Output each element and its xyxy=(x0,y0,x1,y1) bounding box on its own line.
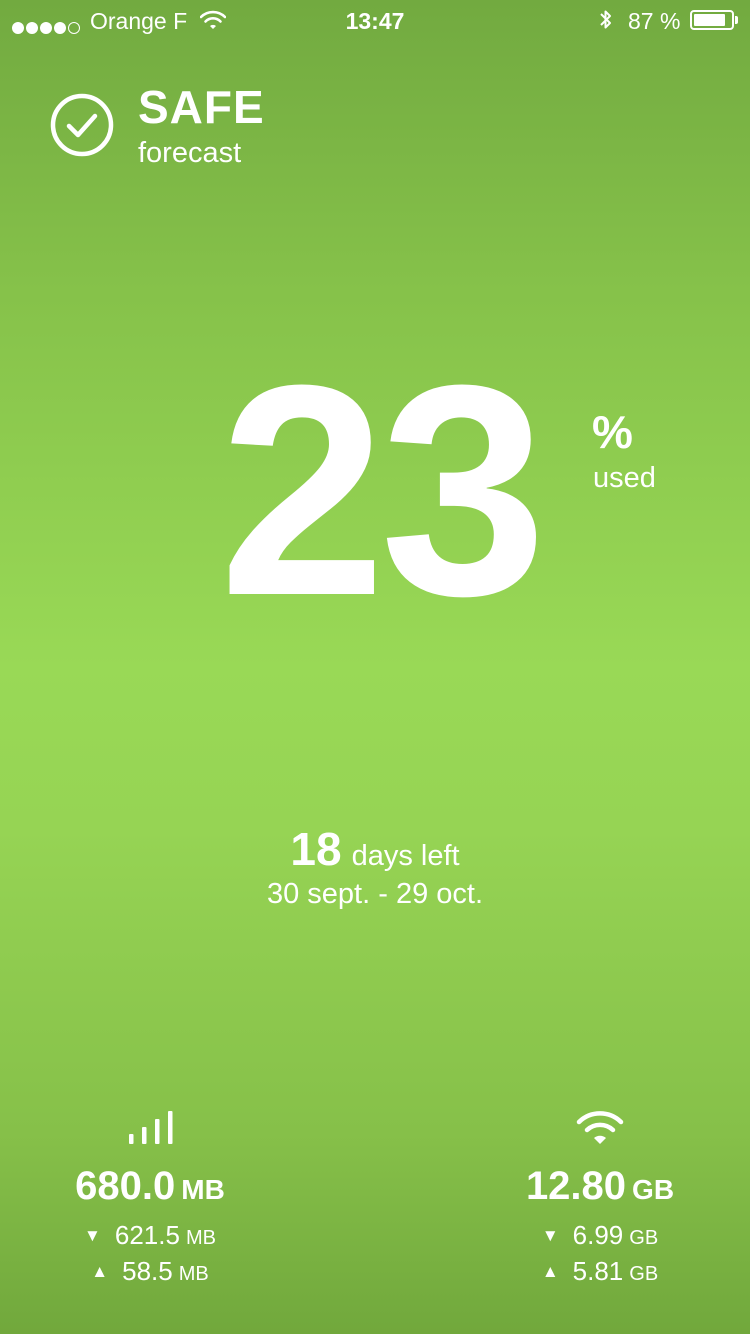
battery-percentage: 87 % xyxy=(628,8,681,34)
cellular-download-value: 621.5 xyxy=(114,1220,180,1250)
cellular-total: 680.0 MB xyxy=(0,1164,300,1209)
wifi-total: 12.80 GB xyxy=(450,1164,750,1209)
cellular-download: ▼ 621.5 MB xyxy=(0,1219,300,1255)
bluetooth-icon xyxy=(598,8,614,38)
upload-arrow-icon: ▲ xyxy=(541,1262,559,1281)
billing-cycle-range: 30 sept. - 29 oct. xyxy=(266,878,483,910)
cellular-usage[interactable]: 680.0 MB ▼ 621.5 MB ▲ 58.5 MB xyxy=(0,1110,300,1291)
usage-percentage: 23 xyxy=(219,322,547,658)
battery-icon xyxy=(690,10,734,30)
cellular-total-unit: MB xyxy=(181,1174,225,1205)
usage-label: used xyxy=(593,462,656,494)
days-left-label: days left xyxy=(351,840,460,872)
wifi-upload-value: 5.81 xyxy=(572,1256,624,1286)
cellular-upload-value: 58.5 xyxy=(122,1256,173,1286)
forecast-status: SAFE xyxy=(138,81,265,133)
wifi-icon xyxy=(576,1111,624,1144)
wifi-total-unit: GB xyxy=(632,1174,675,1205)
wifi-download-value: 6.99 xyxy=(572,1220,624,1250)
upload-arrow-icon: ▲ xyxy=(91,1262,109,1281)
download-arrow-icon: ▼ xyxy=(541,1226,559,1245)
wifi-upload: ▲ 5.81 GB xyxy=(450,1255,750,1291)
cellular-breakdown: ▼ 621.5 MB ▲ 58.5 MB xyxy=(0,1219,300,1291)
cellular-upload-unit: MB xyxy=(178,1263,209,1285)
check-circle-icon xyxy=(50,93,114,162)
download-arrow-icon: ▼ xyxy=(84,1226,101,1245)
wifi-total-value: 12.80 xyxy=(525,1164,627,1208)
status-bar: Orange F 13:47 87 % xyxy=(0,0,750,40)
battery-tip xyxy=(735,16,738,24)
cellular-total-value: 680.0 xyxy=(75,1164,176,1208)
cellular-download-unit: MB xyxy=(185,1227,216,1249)
cellular-upload: ▲ 58.5 MB xyxy=(0,1255,300,1291)
days-left-count: 18 xyxy=(290,823,342,875)
wifi-download-unit: GB xyxy=(629,1227,659,1249)
wifi-breakdown: ▼ 6.99 GB ▲ 5.81 GB xyxy=(450,1219,750,1291)
wifi-upload-unit: GB xyxy=(629,1263,659,1285)
wifi-download: ▼ 6.99 GB xyxy=(450,1219,750,1255)
battery-level-fill xyxy=(694,14,725,26)
wifi-usage[interactable]: 12.80 GB ▼ 6.99 GB ▲ 5.81 GB xyxy=(450,1110,750,1291)
days-left: 18 days left xyxy=(0,822,750,876)
usage-unit: % xyxy=(592,406,633,458)
forecast-label: forecast xyxy=(138,137,242,169)
cellular-bars-icon xyxy=(129,1111,173,1144)
